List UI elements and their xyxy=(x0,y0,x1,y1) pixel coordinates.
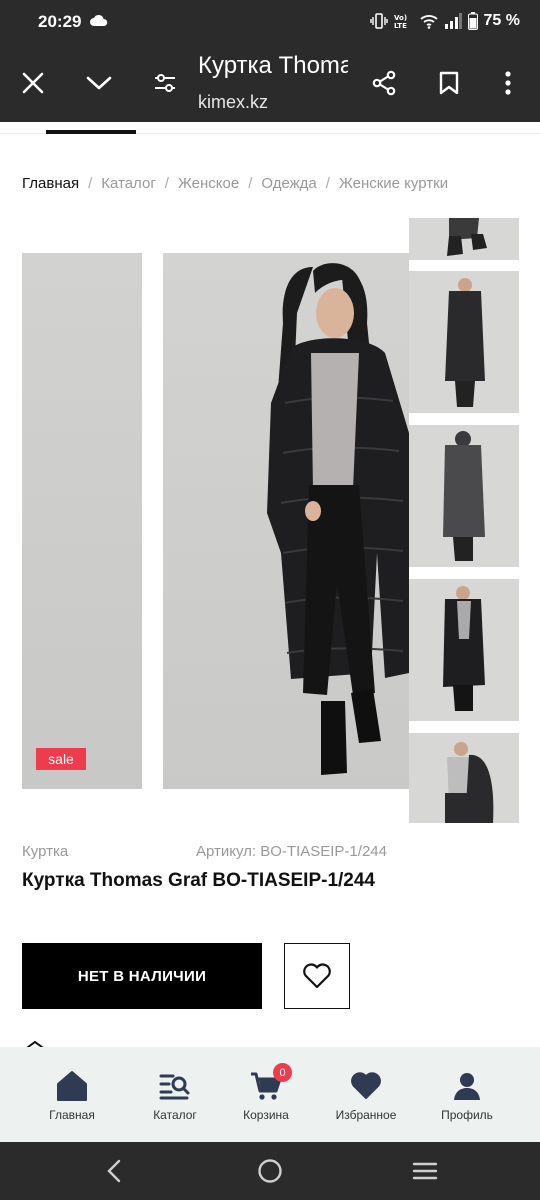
active-tab-indicator xyxy=(46,130,136,134)
gallery-image-main[interactable] xyxy=(163,253,409,789)
product-sku: Артикул: BO-TIASEIP-1/244 xyxy=(196,843,387,860)
heart-icon xyxy=(351,1072,381,1099)
battery-percent: 75 % xyxy=(483,12,520,29)
thumbnail-3[interactable] xyxy=(409,425,519,567)
thumbnail-4[interactable] xyxy=(409,579,519,721)
thumbnail-5[interactable] xyxy=(409,733,519,823)
product-category: Куртка xyxy=(22,843,69,860)
cart-count-badge: 0 xyxy=(273,1063,292,1082)
status-indicators: Vo) LTE 75 % xyxy=(369,12,520,30)
chevron-down-icon[interactable] xyxy=(79,63,119,103)
signal-icon xyxy=(444,13,462,29)
close-icon[interactable] xyxy=(13,63,53,103)
nav-favorites-label: Избранное xyxy=(335,1108,397,1122)
svg-text:LTE: LTE xyxy=(394,22,407,29)
user-icon xyxy=(454,1073,480,1100)
battery-icon xyxy=(467,12,478,30)
nav-home-label: Главная xyxy=(49,1108,95,1122)
page-title: Куртка Thomas Graf BO-TIASEIP-1/244 xyxy=(198,52,348,79)
system-navigation xyxy=(0,1142,540,1200)
site-settings-icon[interactable] xyxy=(145,63,185,103)
browser-toolbar: Куртка Thomas Graf BO-TIASEIP-1/244 kime… xyxy=(0,44,540,122)
svg-text:Vo): Vo) xyxy=(394,14,407,22)
nav-cart-label: Корзина xyxy=(243,1108,289,1122)
breadcrumb-home[interactable]: Главная xyxy=(22,175,79,192)
breadcrumb-women[interactable]: Женское xyxy=(178,175,239,192)
nav-catalog[interactable]: Каталог xyxy=(139,1047,211,1142)
page-domain: kimex.kz xyxy=(198,92,269,112)
share-icon[interactable] xyxy=(364,63,404,103)
header-tab-strip xyxy=(0,122,540,134)
breadcrumb-clothing[interactable]: Одежда xyxy=(261,175,316,192)
out-of-stock-button[interactable]: НЕТ В НАЛИЧИИ xyxy=(22,943,262,1009)
breadcrumb: Главная / Каталог / Женское / Одежда / Женские к… xyxy=(22,175,449,192)
nav-favorites[interactable]: Избранное xyxy=(326,1047,406,1142)
thumbnail-1[interactable] xyxy=(409,218,519,260)
recents-icon[interactable] xyxy=(405,1156,445,1186)
thumbnail-2[interactable] xyxy=(409,271,519,413)
heart-outline-icon xyxy=(303,963,331,989)
cloud-icon xyxy=(90,14,108,26)
breadcrumb-women-jackets[interactable]: Женские куртки xyxy=(339,175,448,192)
home-icon xyxy=(57,1071,87,1101)
wifi-icon xyxy=(419,15,438,29)
vibrate-icon xyxy=(369,13,388,29)
bottom-navigation: Главная Каталог 0 Корзина Избранное Проф… xyxy=(0,1047,540,1142)
add-to-favorites-button[interactable] xyxy=(284,943,350,1009)
bookmark-icon[interactable] xyxy=(429,63,469,103)
nav-catalog-label: Каталог xyxy=(153,1108,197,1122)
status-bar: 20:29 Vo) LTE 75 % xyxy=(0,0,540,44)
catalog-search-icon xyxy=(159,1074,190,1100)
volte-icon: Vo)LTE xyxy=(394,14,407,29)
nav-home[interactable]: Главная xyxy=(36,1047,108,1142)
product-title: Куртка Thomas Graf BO-TIASEIP-1/244 xyxy=(22,870,376,891)
product-photo xyxy=(267,263,409,775)
nav-profile[interactable]: Профиль xyxy=(431,1047,503,1142)
back-icon[interactable] xyxy=(94,1156,134,1186)
more-menu-icon[interactable] xyxy=(488,63,528,103)
home-button-icon[interactable] xyxy=(250,1156,290,1186)
nav-cart[interactable]: 0 Корзина xyxy=(230,1047,302,1142)
sale-badge: sale xyxy=(36,748,86,770)
status-time: 20:29 xyxy=(38,12,82,31)
breadcrumb-catalog[interactable]: Каталог xyxy=(101,175,156,192)
gallery-image-previous[interactable] xyxy=(22,253,142,789)
nav-profile-label: Профиль xyxy=(441,1108,493,1122)
